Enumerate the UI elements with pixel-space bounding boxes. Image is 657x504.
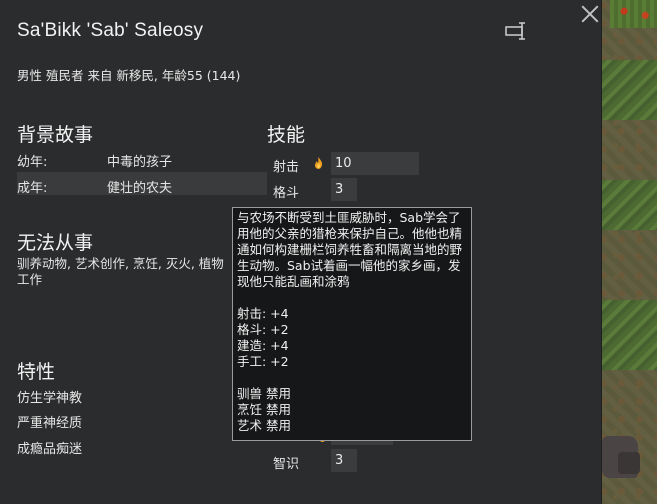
map-background [600, 0, 657, 504]
trait-item[interactable]: 成瘾品痴迷 [17, 438, 82, 457]
rename-icon[interactable] [505, 22, 529, 40]
backstory-tooltip: 与农场不断受到土匪威胁时，Sab学会了用他的父亲的猎枪来保护自己。他他也精通如何… [232, 207, 472, 441]
trait-item[interactable]: 严重神经质 [17, 412, 82, 431]
grass-patch [600, 180, 657, 230]
tooltip-bonus: 手工: +2 [237, 354, 289, 369]
pawn-description: 男性 殖民者 来自 新移民, 年龄55 (144) [17, 68, 241, 83]
adulthood-label: 成年: [17, 181, 48, 196]
incapable-list: 驯养动物, 艺术创作, 烹饪, 灭火, 植物工作 [17, 256, 224, 287]
incapable-heading: 无法从事 [17, 232, 94, 254]
flame-icon [315, 157, 323, 169]
skill-value-melee: 3 [335, 182, 344, 197]
skill-bar-melee[interactable]: 3 [331, 178, 357, 201]
childhood-label: 幼年: [17, 155, 48, 170]
grass-patch [600, 60, 657, 120]
tooltip-bonus: 建造: +4 [237, 338, 289, 353]
adulthood-value[interactable]: 健壮的农夫 [107, 177, 172, 196]
close-icon[interactable] [579, 3, 601, 25]
skill-value-shooting: 10 [335, 156, 352, 171]
trait-item[interactable]: 仿生学神教 [17, 387, 82, 406]
tooltip-disabled: 艺术 禁用 [237, 418, 291, 433]
backstory-heading: 背景故事 [17, 124, 94, 146]
skill-label-intellectual: 智识 [273, 457, 300, 472]
skills-heading: 技能 [267, 124, 306, 146]
character-panel: Sa'Bikk 'Sab' Saleosy 男性 殖民者 来自 新移民, 年龄5… [0, 0, 602, 504]
flower-bed [610, 0, 657, 28]
tooltip-disabled: 烹饪 禁用 [237, 402, 291, 417]
tooltip-story: 与农场不断受到土匪威胁时，Sab学会了用他的父亲的猎枪来保护自己。他他也精通如何… [237, 210, 463, 289]
skill-value-intellectual: 3 [335, 453, 344, 468]
pawn-name: Sa'Bikk 'Sab' Saleosy [17, 20, 204, 41]
childhood-value[interactable]: 中毒的孩子 [107, 151, 172, 170]
tooltip-bonus: 格斗: +2 [237, 322, 289, 337]
grass-patch [600, 300, 657, 370]
tooltip-disabled: 驯兽 禁用 [237, 386, 291, 401]
skill-label-melee: 格斗 [273, 186, 300, 201]
skill-bar-intellectual[interactable]: 3 [331, 449, 357, 472]
tooltip-bonus: 射击: +4 [237, 306, 289, 321]
rock [618, 452, 640, 474]
skill-bar-shooting[interactable]: 10 [331, 152, 419, 175]
skill-label-shooting: 射击 [273, 160, 300, 175]
traits-heading: 特性 [17, 361, 56, 383]
